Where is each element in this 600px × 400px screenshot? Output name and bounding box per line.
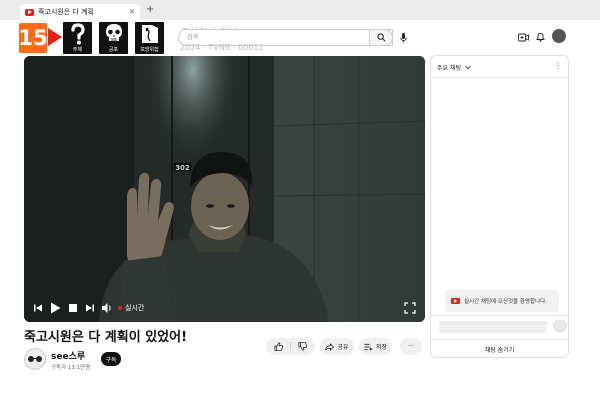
chat-divider [431, 315, 568, 316]
descriptor-label-horror: 공포 [108, 47, 119, 53]
rating-descriptor-imitation: 모방위험 [134, 21, 165, 55]
voice-search-button[interactable] [396, 29, 411, 46]
create-button[interactable] [517, 31, 529, 43]
video-title: 죽고시원은 다 계획이 있었어! [24, 330, 188, 345]
search-icon [376, 33, 385, 42]
live-indicator[interactable]: 실시간 [118, 302, 144, 314]
live-label: 실시간 [125, 304, 145, 312]
live-dot-icon [118, 306, 122, 310]
dislike-button[interactable] [291, 342, 315, 351]
chat-header: 주요 채팅 ⋮ [431, 56, 568, 78]
hide-chat-button[interactable]: 채팅 숨기기 [431, 339, 568, 358]
save-playlist-icon [364, 343, 373, 351]
live-chat-panel: 주요 채팅 ⋮ 실시간 채팅에 오신것을 환영합니다. 채팅 숨기기 [430, 55, 569, 358]
chat-send-button[interactable] [553, 319, 567, 333]
stop-icon [69, 304, 77, 312]
browser-tab-title: 죽고시원은 다 계획 [38, 8, 94, 16]
volume-icon [102, 303, 111, 313]
rating-descriptor-horror: 공포 [98, 21, 129, 55]
descriptor-label-imitation: 모방위험 [140, 47, 159, 53]
chat-mode-label: 주요 채팅 [437, 65, 461, 72]
chat-welcome-message: 실시간 채팅에 오신것을 환영합니다. [445, 290, 559, 312]
like-dislike-group [266, 338, 315, 355]
sunglasses-icon [28, 356, 42, 362]
youtube-logo-icon [451, 298, 460, 304]
video-frame: 302 [24, 56, 425, 322]
video-player[interactable]: 302 실시간 [24, 56, 425, 322]
share-label: 공유 [337, 344, 349, 351]
age-rating-badge: 15 [18, 22, 48, 54]
chat-mode-select[interactable]: 주요 채팅 [437, 63, 471, 72]
youtube-favicon-icon [25, 8, 34, 16]
thumbs-up-icon [274, 342, 283, 351]
play-button[interactable] [50, 302, 61, 314]
subscriber-count: 구독자 13.1만명 [51, 365, 91, 371]
fullscreen-icon [404, 302, 416, 314]
search-button[interactable] [369, 29, 393, 46]
previous-button[interactable] [33, 302, 43, 314]
chat-welcome-text: 실시간 채팅에 오신것을 환영합니다. [464, 299, 547, 305]
account-avatar[interactable] [552, 29, 566, 43]
rating-arrow-icon [48, 28, 62, 46]
chevron-down-icon [465, 65, 471, 70]
stop-button[interactable] [68, 302, 78, 314]
save-label: 저장 [375, 344, 388, 351]
door-number: 302 [175, 164, 190, 172]
channel-name[interactable]: see스루 [51, 349, 85, 362]
play-icon [51, 302, 61, 314]
chat-more-options-icon[interactable]: ⋮ [554, 61, 562, 70]
share-icon [325, 342, 335, 351]
save-button[interactable]: 저장 [359, 338, 392, 355]
microphone-icon [400, 32, 407, 42]
share-button[interactable]: 공유 [320, 338, 354, 355]
next-button[interactable] [85, 302, 95, 314]
descriptor-label-theme: 주제 [72, 47, 83, 53]
more-actions-button[interactable]: ··· [400, 338, 422, 355]
question-mark-icon [70, 23, 85, 45]
rating-descriptor-theme: 주제 [62, 21, 93, 55]
browser-tab-bar: 죽고시원은 다 계획 ✕ + [0, 0, 600, 20]
skull-icon [105, 24, 122, 41]
subscribe-button[interactable]: 구독 [101, 352, 121, 366]
skip-previous-icon [34, 304, 42, 312]
chat-message-input[interactable] [439, 321, 547, 333]
imitation-risk-icon [141, 25, 158, 43]
bell-icon [535, 32, 545, 42]
player-controls: 실시간 [24, 292, 425, 322]
tab-close-icon[interactable]: ✕ [129, 8, 135, 16]
channel-avatar[interactable] [24, 348, 46, 370]
overlay-code-text: 2024 - TVNB - 00012 [180, 43, 264, 52]
skip-next-icon [86, 304, 94, 312]
thumbs-down-icon [298, 342, 307, 351]
notifications-button[interactable] [534, 31, 546, 43]
volume-button[interactable] [101, 302, 113, 314]
fullscreen-button[interactable] [404, 302, 416, 314]
video-camera-plus-icon [517, 33, 529, 41]
new-tab-button[interactable]: + [146, 4, 154, 15]
like-button[interactable] [267, 342, 291, 351]
browser-tab[interactable]: 죽고시원은 다 계획 ✕ [20, 4, 140, 20]
